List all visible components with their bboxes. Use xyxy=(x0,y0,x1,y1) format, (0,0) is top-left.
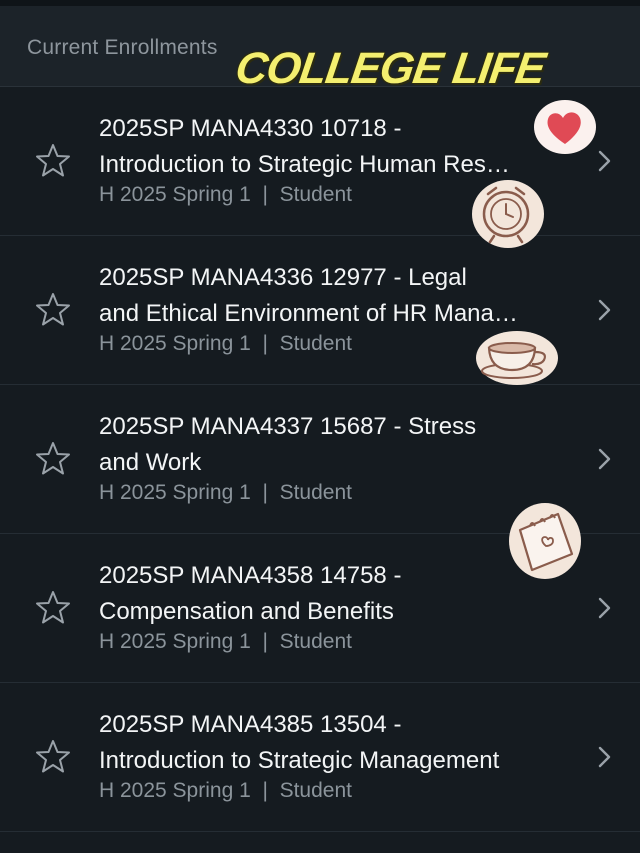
course-role: Student xyxy=(279,183,352,206)
section-title: Current Enrollments xyxy=(27,36,218,59)
course-meta: H 2025 Spring 1 | Student xyxy=(99,779,352,803)
course-meta: H 2025 Spring 1 | Student xyxy=(99,630,352,654)
course-title[interactable]: 2025SP MANA4337 15687 - Stress and Work xyxy=(99,409,569,481)
meta-separator: | xyxy=(262,332,268,355)
course-meta: H 2025 Spring 1 | Student xyxy=(99,332,352,356)
enrollment-row[interactable]: 2025SP MANA4385 13504 - Introduction to … xyxy=(0,683,640,832)
chevron-right-icon[interactable] xyxy=(596,445,614,473)
meta-separator: | xyxy=(262,630,268,653)
course-role: Student xyxy=(279,481,352,504)
meta-separator: | xyxy=(262,481,268,504)
course-title[interactable]: 2025SP MANA4336 12977 - Legal and Ethica… xyxy=(99,260,569,332)
coffee-cup-sticker xyxy=(476,331,558,385)
notepad-sticker xyxy=(509,503,581,579)
course-term: H 2025 Spring 1 xyxy=(99,332,251,355)
star-outline-icon[interactable] xyxy=(33,439,73,479)
star-outline-icon[interactable] xyxy=(33,588,73,628)
course-term: H 2025 Spring 1 xyxy=(99,481,251,504)
alarm-clock-sticker xyxy=(472,180,544,248)
chevron-right-icon[interactable] xyxy=(596,743,614,771)
course-term: H 2025 Spring 1 xyxy=(99,779,251,802)
course-title[interactable]: 2025SP MANA4358 14758 - Compensation and… xyxy=(99,558,569,630)
college-life-sticker-text: COLLEGE LIFE xyxy=(232,44,548,93)
course-title[interactable]: 2025SP MANA4385 13504 - Introduction to … xyxy=(99,707,569,779)
course-meta: H 2025 Spring 1 | Student xyxy=(99,183,352,207)
course-term: H 2025 Spring 1 xyxy=(99,630,251,653)
course-role: Student xyxy=(279,779,352,802)
course-term: H 2025 Spring 1 xyxy=(99,183,251,206)
meta-separator: | xyxy=(262,183,268,206)
course-meta: H 2025 Spring 1 | Student xyxy=(99,481,352,505)
star-outline-icon[interactable] xyxy=(33,290,73,330)
meta-separator: | xyxy=(262,779,268,802)
star-outline-icon[interactable] xyxy=(33,737,73,777)
heart-sticker xyxy=(534,100,596,154)
chevron-right-icon[interactable] xyxy=(596,594,614,622)
course-role: Student xyxy=(279,332,352,355)
course-role: Student xyxy=(279,630,352,653)
chevron-right-icon[interactable] xyxy=(596,296,614,324)
star-outline-icon[interactable] xyxy=(33,141,73,181)
